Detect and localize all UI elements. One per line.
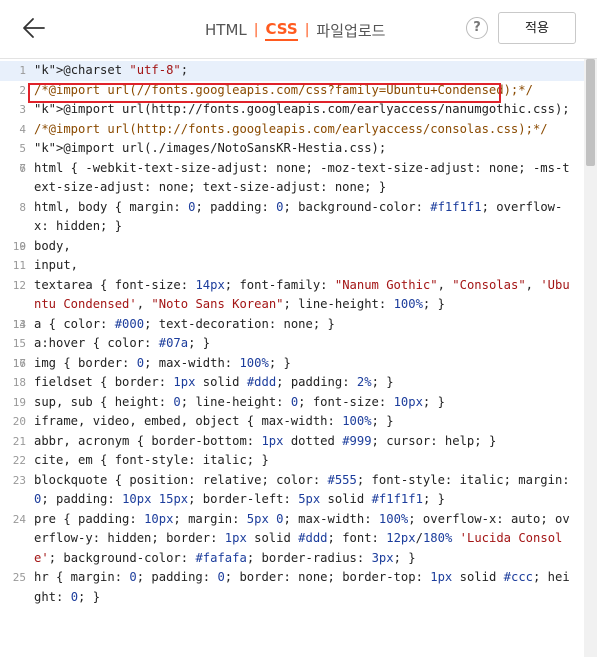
code-line[interactable]: 7 html { -webkit-text-size-adjust: none; …: [0, 159, 584, 198]
line-number: 1: [19, 64, 26, 77]
code-line[interactable]: 21 abbr, acronym { border-bottom: 1px dot…: [0, 432, 584, 452]
line-number: 22: [12, 454, 26, 467]
line-text[interactable]: iframe, video, embed, object { max-width…: [34, 412, 570, 432]
line-number: 18: [12, 376, 26, 389]
line-number: 15: [12, 337, 26, 350]
tab-separator: |: [304, 22, 310, 38]
line-text[interactable]: input,: [34, 256, 570, 276]
line-number: 21: [12, 434, 26, 448]
line-number: 23: [12, 473, 26, 487]
line-number: 4: [19, 122, 26, 136]
apply-button[interactable]: 적용: [498, 12, 576, 44]
tab-file-upload[interactable]: 파일업로드: [316, 20, 385, 41]
line-text[interactable]: img { border: 0; max-width: 100%; }: [34, 354, 570, 374]
line-text[interactable]: cite, em { font-style: italic; }: [34, 451, 570, 471]
line-number: 17: [12, 356, 26, 370]
vertical-scrollbar[interactable]: [584, 59, 597, 657]
code-line[interactable]: 18 fieldset { border: 1px solid #ddd; pad…: [0, 373, 584, 393]
line-number: 24: [12, 512, 26, 526]
code-line[interactable]: 23 blockquote { position: relative; color…: [0, 471, 584, 510]
tab-css[interactable]: CSS: [265, 20, 298, 41]
code-line[interactable]: 8 html, body { margin: 0; padding: 0; bac…: [0, 198, 584, 237]
code-line[interactable]: 3 "k">@import url(http://fonts.googleapis…: [0, 100, 584, 120]
code-line[interactable]: 12 textarea { font-size: 14px; font-famil…: [0, 276, 584, 315]
code-line[interactable]: 22 cite, em { font-style: italic; }: [0, 451, 584, 471]
editor-tabs: HTML | CSS | 파일업로드: [205, 18, 385, 42]
code-line[interactable]: 10 body,: [0, 237, 584, 257]
line-number: 25: [12, 571, 26, 584]
code-line[interactable]: 17 img { border: 0; max-width: 100%; }: [0, 354, 584, 374]
line-number: 19: [12, 395, 26, 409]
code-line[interactable]: 25 hr { margin: 0; padding: 0; border: no…: [0, 568, 584, 607]
code-line[interactable]: 5 "k">@import url(./images/NotoSansKR-Hes…: [0, 139, 584, 159]
code-line[interactable]: 1 "k">@charset "utf-8";: [0, 61, 584, 81]
line-number: 14: [12, 317, 26, 331]
code-line[interactable]: 11 input,: [0, 256, 584, 276]
scrollbar-thumb[interactable]: [586, 59, 595, 166]
line-number: 10: [12, 239, 26, 253]
line-text[interactable]: sup, sub { height: 0; line-height: 0; fo…: [34, 393, 570, 413]
line-number: 8: [19, 200, 26, 214]
line-text[interactable]: blockquote { position: relative; color: …: [34, 471, 570, 510]
back-arrow-icon[interactable]: [20, 14, 48, 42]
line-number: 11: [12, 259, 26, 272]
line-number: 5: [19, 142, 26, 155]
line-text[interactable]: pre { padding: 10px; margin: 5px 0; max-…: [34, 510, 570, 569]
line-number: 7: [19, 161, 26, 175]
line-text[interactable]: /*@import url(http://fonts.googleapis.co…: [34, 120, 570, 140]
line-text[interactable]: a:hover { color: #07a; }: [34, 334, 570, 354]
help-icon[interactable]: ?: [466, 17, 488, 39]
code-line[interactable]: 15 a:hover { color: #07a; }: [0, 334, 584, 354]
line-text[interactable]: html { -webkit-text-size-adjust: none; -…: [34, 159, 570, 198]
tab-html[interactable]: HTML: [205, 21, 247, 39]
code-line[interactable]: 20 iframe, video, embed, object { max-wid…: [0, 412, 584, 432]
tab-separator: |: [253, 22, 259, 38]
line-text[interactable]: hr { margin: 0; padding: 0; border: none…: [34, 568, 570, 607]
code-editor[interactable]: 1 "k">@charset "utf-8"; 2 /*@import url(//f…: [0, 59, 597, 657]
line-number: 12: [12, 278, 26, 292]
line-number: 3: [19, 103, 26, 116]
line-text[interactable]: abbr, acronym { border-bottom: 1px dotte…: [34, 432, 570, 452]
code-line[interactable]: 14 a { color: #000; text-decoration: none…: [0, 315, 584, 335]
code-line[interactable]: 24 pre { padding: 10px; margin: 5px 0; ma…: [0, 510, 584, 569]
line-text[interactable]: fieldset { border: 1px solid #ddd; paddi…: [34, 373, 570, 393]
line-text[interactable]: "k">@charset "utf-8";: [34, 61, 570, 81]
line-text[interactable]: "k">@import url(http://fonts.googleapis.…: [34, 100, 570, 120]
line-text[interactable]: /*@import url(//fonts.googleapis.com/css…: [34, 81, 570, 101]
top-bar: HTML | CSS | 파일업로드 ? 적용: [0, 0, 597, 59]
line-number: 20: [12, 415, 26, 428]
code-line[interactable]: 19 sup, sub { height: 0; line-height: 0; …: [0, 393, 584, 413]
line-text[interactable]: textarea { font-size: 14px; font-family:…: [34, 276, 570, 315]
code-lines[interactable]: 1 "k">@charset "utf-8"; 2 /*@import url(//f…: [0, 61, 584, 607]
code-line[interactable]: 4 /*@import url(http://fonts.googleapis.c…: [0, 120, 584, 140]
line-text[interactable]: "k">@import url(./images/NotoSansKR-Hest…: [34, 139, 570, 159]
line-text[interactable]: body,: [34, 237, 570, 257]
code-line[interactable]: 2 /*@import url(//fonts.googleapis.com/cs…: [0, 81, 584, 101]
line-text[interactable]: a { color: #000; text-decoration: none; …: [34, 315, 570, 335]
line-text[interactable]: html, body { margin: 0; padding: 0; back…: [34, 198, 570, 237]
line-number: 2: [19, 83, 26, 97]
